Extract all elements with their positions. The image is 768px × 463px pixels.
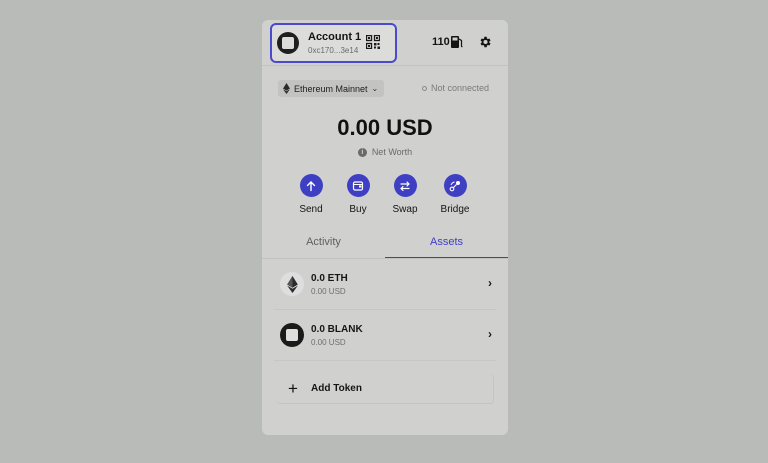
network-label: Ethereum Mainnet bbox=[294, 83, 368, 94]
tab-assets[interactable]: Assets bbox=[385, 231, 508, 259]
asset-row-blank[interactable]: 0.0 BLANK 0.00 USD › bbox=[274, 311, 496, 361]
gas-price: 110 bbox=[432, 36, 450, 48]
swap-button[interactable]: Swap bbox=[380, 174, 430, 215]
bridge-icon bbox=[449, 180, 460, 191]
qr-code-icon[interactable] bbox=[366, 35, 380, 49]
add-token-button[interactable]: + Add Token bbox=[276, 374, 494, 404]
asset-amount: 0.0 ETH bbox=[311, 273, 348, 284]
chevron-right-icon: › bbox=[488, 327, 492, 341]
plus-icon: + bbox=[288, 379, 298, 398]
wallet-icon bbox=[352, 180, 364, 191]
swap-label: Swap bbox=[392, 204, 418, 215]
asset-row-eth[interactable]: 0.0 ETH 0.00 USD › bbox=[274, 260, 496, 310]
blank-token-icon bbox=[280, 323, 304, 347]
buy-label: Buy bbox=[349, 204, 367, 215]
chevron-down-icon: ⌄ bbox=[371, 84, 379, 93]
network-selector[interactable]: Ethereum Mainnet ⌄ bbox=[278, 80, 385, 97]
gas-pump-icon bbox=[451, 36, 463, 48]
bridge-button[interactable]: Bridge bbox=[430, 174, 480, 215]
buy-button[interactable]: Buy bbox=[333, 174, 383, 215]
info-icon[interactable]: i bbox=[357, 147, 367, 157]
total-balance: 0.00 USD bbox=[337, 115, 433, 140]
chevron-right-icon: › bbox=[488, 276, 492, 290]
arrow-up-icon bbox=[306, 180, 316, 191]
account-avatar bbox=[277, 32, 299, 54]
net-worth-label: Net Worth bbox=[371, 147, 413, 157]
tab-activity[interactable]: Activity bbox=[262, 231, 385, 259]
status-dot-icon bbox=[422, 85, 427, 91]
account-name: Account 1 bbox=[308, 31, 362, 43]
account-selector[interactable]: Account 1 0xc170...3e14 bbox=[270, 23, 397, 63]
connection-status-label: Not connected bbox=[431, 83, 490, 93]
wallet-panel: Account 1 0xc170...3e14 110 Ethereum Mai… bbox=[262, 20, 508, 435]
add-token-label: Add Token bbox=[311, 383, 362, 394]
account-address: 0xc170...3e14 bbox=[308, 46, 359, 55]
asset-usd-value: 0.00 USD bbox=[311, 338, 346, 347]
ethereum-icon bbox=[283, 83, 290, 94]
swap-icon bbox=[400, 180, 410, 191]
bridge-label: Bridge bbox=[440, 204, 470, 215]
net-worth: i Net Worth bbox=[262, 147, 508, 157]
eth-icon bbox=[280, 272, 304, 296]
connection-status: Not connected bbox=[422, 83, 489, 93]
header: Account 1 0xc170...3e14 110 bbox=[262, 20, 508, 66]
asset-amount: 0.0 BLANK bbox=[311, 324, 363, 335]
asset-usd-value: 0.00 USD bbox=[311, 287, 346, 296]
tab-divider bbox=[262, 258, 508, 259]
send-button[interactable]: Send bbox=[286, 174, 336, 215]
send-label: Send bbox=[299, 204, 323, 215]
gear-icon[interactable] bbox=[478, 35, 492, 49]
